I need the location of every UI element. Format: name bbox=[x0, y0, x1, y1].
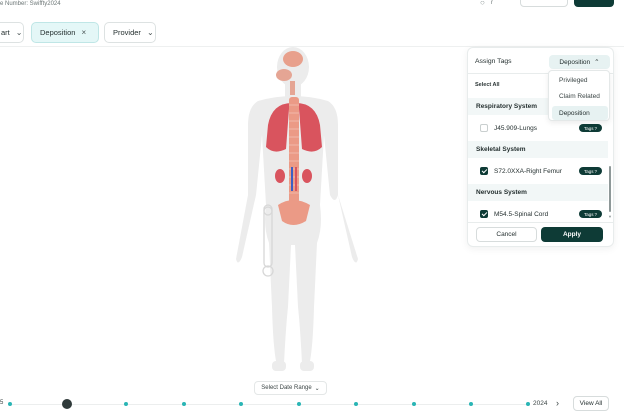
tags-badge[interactable]: Tags? bbox=[579, 167, 602, 175]
timeline-dot[interactable] bbox=[297, 402, 301, 406]
tags-badge[interactable]: Tags? bbox=[579, 124, 602, 132]
chevron-down-icon: ⌄ bbox=[146, 28, 154, 37]
left-kidney[interactable] bbox=[275, 169, 285, 183]
tags-badge-label: Tags bbox=[583, 168, 594, 174]
help-icon: ? bbox=[594, 211, 598, 217]
tags-badge[interactable]: Tags? bbox=[579, 210, 602, 218]
help-icon: ? bbox=[594, 125, 598, 131]
brain[interactable] bbox=[283, 51, 303, 67]
panel-footer-divider bbox=[468, 222, 613, 223]
timeline-start-label: 5 bbox=[0, 400, 4, 406]
chart-filter-chip[interactable]: art ⌄ bbox=[0, 22, 24, 43]
item-label: S72.0XXA-Right Femur bbox=[494, 167, 562, 175]
chevron-right-icon[interactable]: › bbox=[556, 398, 559, 408]
timeline-dot[interactable] bbox=[182, 402, 186, 406]
timeline-dot[interactable] bbox=[239, 402, 243, 406]
apply-button[interactable]: Apply bbox=[541, 227, 603, 242]
tag-dropdown: Privileged Claim Related Deposition bbox=[548, 70, 610, 121]
timeline-dot[interactable] bbox=[354, 402, 358, 406]
list-item[interactable]: J45.909-Lungs Tags? bbox=[468, 119, 608, 137]
tag-select[interactable]: Deposition ⌃ bbox=[549, 55, 610, 69]
face-organ bbox=[276, 69, 292, 81]
artery bbox=[295, 167, 297, 191]
top-icon-label: r bbox=[491, 0, 493, 6]
info-icon[interactable]: ○ bbox=[480, 0, 485, 7]
item-label: J45.909-Lungs bbox=[494, 124, 538, 132]
close-icon[interactable]: × bbox=[81, 28, 86, 37]
timeline-dot[interactable] bbox=[526, 402, 530, 406]
chevron-up-icon: ⌃ bbox=[594, 59, 600, 66]
date-range-label: Select Date Range bbox=[261, 385, 312, 391]
chevron-down-icon: ⌄ bbox=[314, 385, 320, 392]
group-skeletal: Skeletal System bbox=[468, 141, 608, 158]
deposition-chip-label: Deposition bbox=[40, 28, 76, 37]
select-date-range-button[interactable]: Select Date Range ⌄ bbox=[254, 381, 327, 395]
vein bbox=[291, 167, 293, 191]
timeline-dot[interactable] bbox=[124, 402, 128, 406]
dropdown-option-claim-related[interactable]: Claim Related bbox=[552, 89, 608, 103]
chevron-down-icon: ⌄ bbox=[15, 28, 23, 37]
cancel-button[interactable]: Cancel bbox=[476, 227, 537, 242]
top-primary-button[interactable] bbox=[574, 0, 614, 7]
throat bbox=[290, 81, 295, 95]
deposition-filter-chip[interactable]: Deposition × bbox=[31, 22, 99, 43]
top-secondary-button[interactable] bbox=[520, 0, 568, 7]
pelvis[interactable] bbox=[278, 200, 310, 225]
view-all-button[interactable]: View All bbox=[573, 396, 609, 411]
timeline: 5 2024 › View All bbox=[0, 396, 624, 416]
chart-chip-label: art bbox=[1, 28, 10, 37]
list-item[interactable]: S72.0XXA-Right Femur Tags? bbox=[468, 162, 608, 180]
provider-filter-chip[interactable]: Provider ⌄ bbox=[104, 22, 156, 43]
tags-badge-label: Tags bbox=[583, 125, 594, 131]
list-item[interactable]: M54.5-Spinal Cord Tags? bbox=[468, 205, 608, 223]
timeline-dot[interactable] bbox=[469, 402, 473, 406]
top-bar: e Number: Swiffty2024 ○ r bbox=[0, 0, 624, 12]
group-nervous: Nervous System bbox=[468, 184, 608, 201]
timeline-dot[interactable] bbox=[412, 402, 416, 406]
panel-scrollbar[interactable] bbox=[609, 166, 611, 212]
checkbox-lungs[interactable] bbox=[480, 124, 488, 132]
timeline-track[interactable] bbox=[8, 404, 528, 405]
panel-title: Assign Tags bbox=[475, 58, 512, 65]
checkbox-right-femur[interactable] bbox=[480, 167, 488, 175]
item-label: M54.5-Spinal Cord bbox=[494, 210, 549, 218]
tag-select-value: Deposition bbox=[559, 58, 591, 66]
right-femur[interactable] bbox=[262, 204, 274, 277]
checkbox-spinal-cord[interactable] bbox=[480, 210, 488, 218]
dropdown-option-deposition[interactable]: Deposition bbox=[552, 106, 608, 120]
right-kidney[interactable] bbox=[302, 169, 312, 183]
case-number: e Number: Swiffty2024 bbox=[0, 1, 61, 7]
dropdown-option-privileged[interactable]: Privileged bbox=[552, 73, 608, 87]
select-all-link[interactable]: Select All bbox=[475, 82, 500, 88]
timeline-dot[interactable] bbox=[8, 402, 12, 406]
scroll-down-icon[interactable]: ▼ bbox=[608, 214, 612, 219]
timeline-end-label: 2024 bbox=[533, 400, 548, 407]
help-icon: ? bbox=[594, 168, 598, 174]
timeline-handle[interactable] bbox=[62, 399, 72, 409]
tags-badge-label: Tags bbox=[583, 211, 594, 217]
human-body-map bbox=[236, 47, 358, 371]
provider-chip-label: Provider bbox=[113, 28, 141, 37]
